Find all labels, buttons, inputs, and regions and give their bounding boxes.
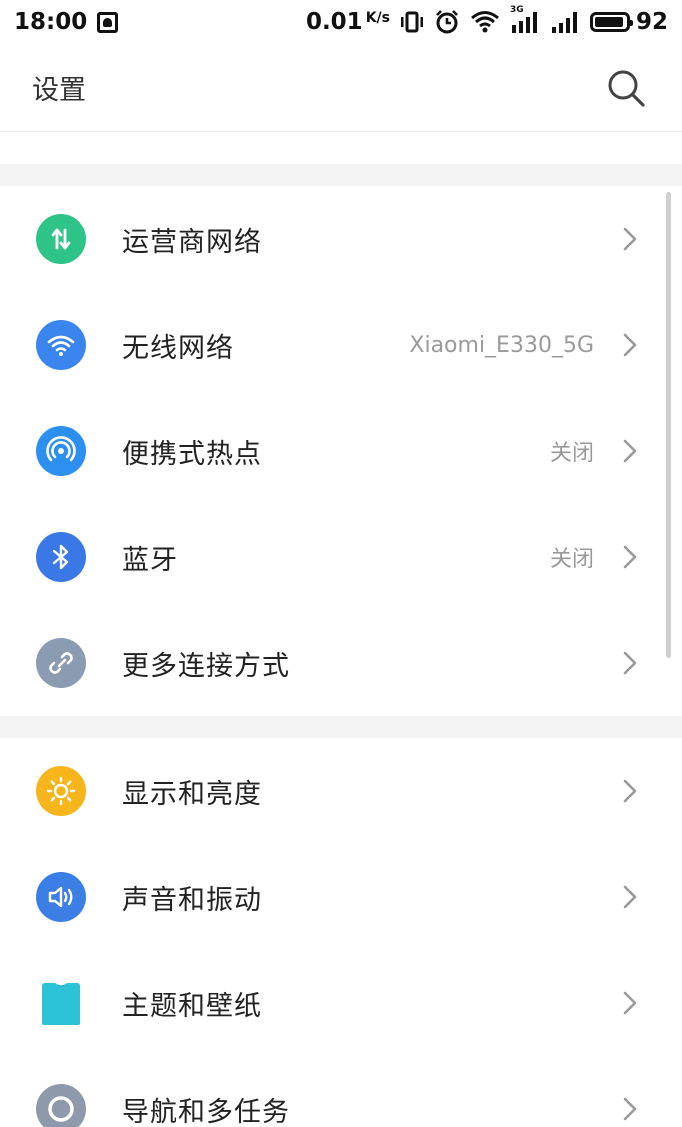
item-label: 显示和亮度 xyxy=(122,778,262,810)
scrollbar[interactable] xyxy=(666,192,671,658)
status-time: 18:00 xyxy=(14,9,88,35)
item-label: 便携式热点 xyxy=(122,438,262,470)
chevron-right-icon xyxy=(623,651,637,675)
battery-indicator: 92 xyxy=(589,9,668,35)
item-label: 运营商网络 xyxy=(122,226,262,258)
settings-item-bluetooth[interactable]: 蓝牙 关闭 xyxy=(0,504,682,610)
item-value: Xiaomi_E330_5G xyxy=(409,332,594,358)
section-divider xyxy=(0,716,682,738)
search-button[interactable] xyxy=(604,66,648,110)
settings-item-sound-vibration[interactable]: 声音和振动 xyxy=(0,844,682,950)
chevron-right-icon xyxy=(623,779,637,803)
wifi-icon xyxy=(36,320,86,370)
settings-item-wifi[interactable]: 无线网络 Xiaomi_E330_5G xyxy=(0,292,682,398)
chevron-right-icon xyxy=(623,227,637,251)
settings-item-more-connections[interactable]: 更多连接方式 xyxy=(0,610,682,716)
search-icon xyxy=(608,70,645,107)
link-icon xyxy=(36,638,86,688)
carrier-network-icon xyxy=(36,214,86,264)
item-value: 关闭 xyxy=(549,547,594,572)
chevron-right-icon xyxy=(623,1097,637,1121)
network-speed-value: 0.01 xyxy=(305,9,363,35)
alarm-icon xyxy=(436,10,458,34)
network-speed-unit: K/s xyxy=(365,10,390,26)
theme-icon xyxy=(36,978,86,1028)
page-title: 设置 xyxy=(32,75,86,106)
navigation-icon xyxy=(36,1084,86,1127)
settings-item-display-brightness[interactable]: 显示和亮度 xyxy=(0,738,682,844)
settings-item-carrier-network[interactable]: 运营商网络 xyxy=(0,186,682,292)
battery-icon xyxy=(589,12,633,32)
chevron-right-icon xyxy=(623,545,637,569)
notification-icon xyxy=(97,11,119,33)
item-label: 蓝牙 xyxy=(122,544,178,576)
item-label: 声音和振动 xyxy=(122,884,262,916)
wifi-status-icon xyxy=(471,11,499,33)
settings-item-hotspot[interactable]: 便携式热点 关闭 xyxy=(0,398,682,504)
network-speed: 0.01 K/s xyxy=(306,9,390,35)
sound-icon xyxy=(36,872,86,922)
chevron-right-icon xyxy=(623,991,637,1015)
chevron-right-icon xyxy=(623,439,637,463)
settings-item-theme-wallpaper[interactable]: 主题和壁纸 xyxy=(0,950,682,1056)
chevron-right-icon xyxy=(623,333,637,357)
item-label: 主题和壁纸 xyxy=(122,990,262,1022)
connections-group: 运营商网络 无线网络 Xiaomi_E330_5G 便携式热点 关闭 蓝牙 关闭… xyxy=(0,186,682,716)
personalization-group: 显示和亮度 声音和振动 主题和壁纸 导航和多任务 xyxy=(0,738,682,1127)
settings-screen: 18:00 0.01 K/s 3G 92 设置 运营商网络 无线网络 Xiaom… xyxy=(0,0,682,1127)
app-header: 设置 xyxy=(0,44,682,132)
battery-level: 92 xyxy=(635,9,668,35)
status-right: 0.01 K/s 3G 92 xyxy=(306,5,668,35)
signal-3g-icon xyxy=(511,12,537,33)
signal-icon xyxy=(551,12,577,33)
item-value: 关闭 xyxy=(549,441,594,466)
bluetooth-icon xyxy=(36,532,86,582)
settings-item-navigation-multitask[interactable]: 导航和多任务 xyxy=(0,1056,682,1127)
mobile-signal-3g: 3G xyxy=(510,5,540,35)
vibrate-icon xyxy=(400,11,423,33)
item-label: 无线网络 xyxy=(122,332,234,364)
chevron-right-icon xyxy=(623,885,637,909)
section-divider xyxy=(0,164,682,186)
brightness-icon xyxy=(36,766,86,816)
item-label: 更多连接方式 xyxy=(122,650,290,682)
status-bar: 18:00 0.01 K/s 3G 92 xyxy=(0,0,682,44)
hotspot-icon xyxy=(36,426,86,476)
item-label: 导航和多任务 xyxy=(122,1096,290,1127)
battery-fill xyxy=(594,17,623,27)
status-left: 18:00 xyxy=(14,9,119,35)
